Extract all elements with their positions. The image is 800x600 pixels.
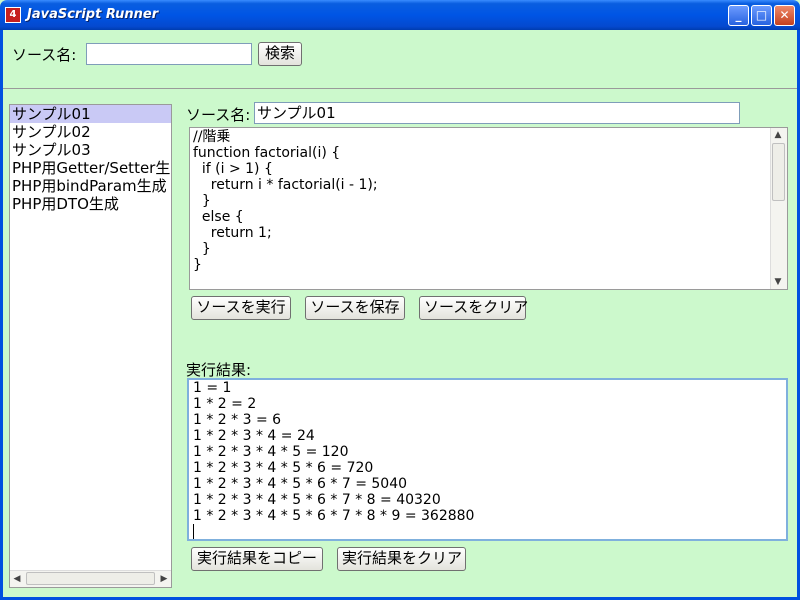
result-line: 1 * 2 * 3 * 4 * 5 * 6 = 720	[193, 460, 374, 476]
source-list-item[interactable]: サンプル03	[10, 141, 171, 159]
run-source-button[interactable]: ソースを実行	[191, 296, 291, 320]
search-button[interactable]: 検索	[258, 42, 302, 66]
divider	[3, 88, 797, 89]
result-line: 1 * 2 * 3 * 4 * 5 * 6 * 7 * 8 = 40320	[193, 492, 441, 508]
result-line: 1 * 2 = 2	[193, 396, 257, 412]
scroll-up-arrow-icon[interactable]: ▲	[772, 129, 784, 141]
minimize-button[interactable]: _	[728, 5, 749, 26]
clear-result-button[interactable]: 実行結果をクリア	[337, 547, 466, 571]
result-line: 1 * 2 * 3 * 4 * 5 * 6 * 7 * 8 * 9 = 3628…	[193, 508, 475, 524]
scroll-down-arrow-icon[interactable]: ▼	[772, 276, 784, 288]
save-source-button[interactable]: ソースを保存	[305, 296, 405, 320]
result-line: 1 * 2 * 3 * 4 * 5 * 6 * 7 = 5040	[193, 476, 408, 492]
maximize-button[interactable]: □	[751, 5, 772, 26]
close-button[interactable]: ✕	[774, 5, 795, 26]
horizontal-scrollbar[interactable]: ◀ ▶	[10, 570, 171, 587]
vertical-scrollbar[interactable]: ▲ ▼	[770, 128, 787, 289]
horizontal-scroll-thumb[interactable]	[26, 572, 155, 585]
source-list-item[interactable]: サンプル01	[10, 105, 171, 123]
code-text[interactable]: //階乗 function factorial(i) { if (i > 1) …	[190, 128, 787, 274]
title-bar[interactable]: 4 JavaScript Runner _ □ ✕	[0, 0, 800, 30]
code-editor[interactable]: //階乗 function factorial(i) { if (i > 1) …	[189, 127, 788, 290]
source-list-item[interactable]: PHP用bindParam生成	[10, 177, 171, 195]
result-lines: 1 = 11 * 2 = 21 * 2 * 3 = 61 * 2 * 3 * 4…	[189, 380, 786, 524]
source-list-items: サンプル01 サンプル02 サンプル03 PHP用Getter/Setter生成 PHP…	[10, 105, 171, 213]
scroll-right-arrow-icon[interactable]: ▶	[158, 573, 170, 585]
source-list-item[interactable]: サンプル02	[10, 123, 171, 141]
source-name-label: ソース名:	[186, 106, 251, 124]
scroll-left-arrow-icon[interactable]: ◀	[11, 573, 23, 585]
vertical-scroll-thumb[interactable]	[772, 143, 785, 201]
result-label: 実行結果:	[186, 361, 252, 379]
text-caret	[193, 524, 194, 539]
search-input[interactable]	[86, 43, 252, 65]
result-line: 1 * 2 * 3 = 6	[193, 412, 282, 428]
app-icon[interactable]: 4	[5, 7, 21, 23]
copy-result-button[interactable]: 実行結果をコピー	[191, 547, 323, 571]
search-label: ソース名:	[12, 46, 77, 64]
source-list-item[interactable]: PHP用Getter/Setter生成	[10, 159, 171, 177]
clear-source-button[interactable]: ソースをクリア	[419, 296, 528, 320]
result-line: 1 * 2 * 3 * 4 * 5 = 120	[193, 444, 349, 460]
result-line: 1 * 2 * 3 * 4 = 24	[193, 428, 315, 444]
window-title: JavaScript Runner	[27, 7, 159, 22]
result-output[interactable]: 1 = 11 * 2 = 21 * 2 * 3 = 61 * 2 * 3 * 4…	[187, 378, 788, 541]
result-line: 1 = 1	[193, 380, 232, 396]
source-list[interactable]: サンプル01 サンプル02 サンプル03 PHP用Getter/Setter生成 PHP…	[9, 104, 172, 588]
source-name-field[interactable]: サンプル01	[254, 102, 740, 124]
window-frame-left	[0, 30, 3, 600]
source-list-item[interactable]: PHP用DTO生成	[10, 195, 171, 213]
